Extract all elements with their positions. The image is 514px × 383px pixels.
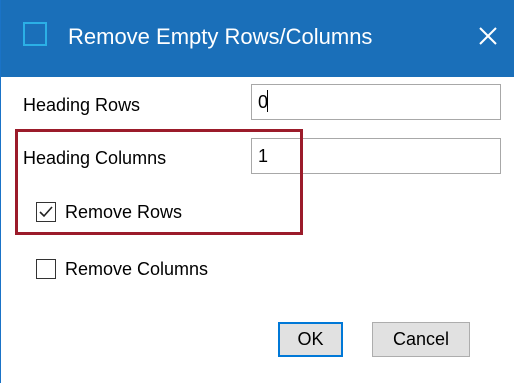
remove-columns-checkbox[interactable] [36,259,56,279]
cancel-button[interactable]: Cancel [372,322,470,357]
heading-rows-input[interactable] [251,84,501,120]
window-icon [23,22,47,46]
text-caret [267,90,268,112]
heading-rows-label: Heading Rows [23,95,141,115]
close-button[interactable] [467,14,509,58]
close-icon [479,27,497,45]
dialog-window: Remove Empty Rows/Columns Heading Rows H… [0,0,514,383]
dialog-title: Remove Empty Rows/Columns [68,24,373,49]
highlight-annotation [15,129,303,235]
remove-columns-label[interactable]: Remove Columns [65,258,208,280]
title-bar[interactable]: Remove Empty Rows/Columns [1,0,514,77]
ok-button[interactable]: OK [278,322,343,357]
